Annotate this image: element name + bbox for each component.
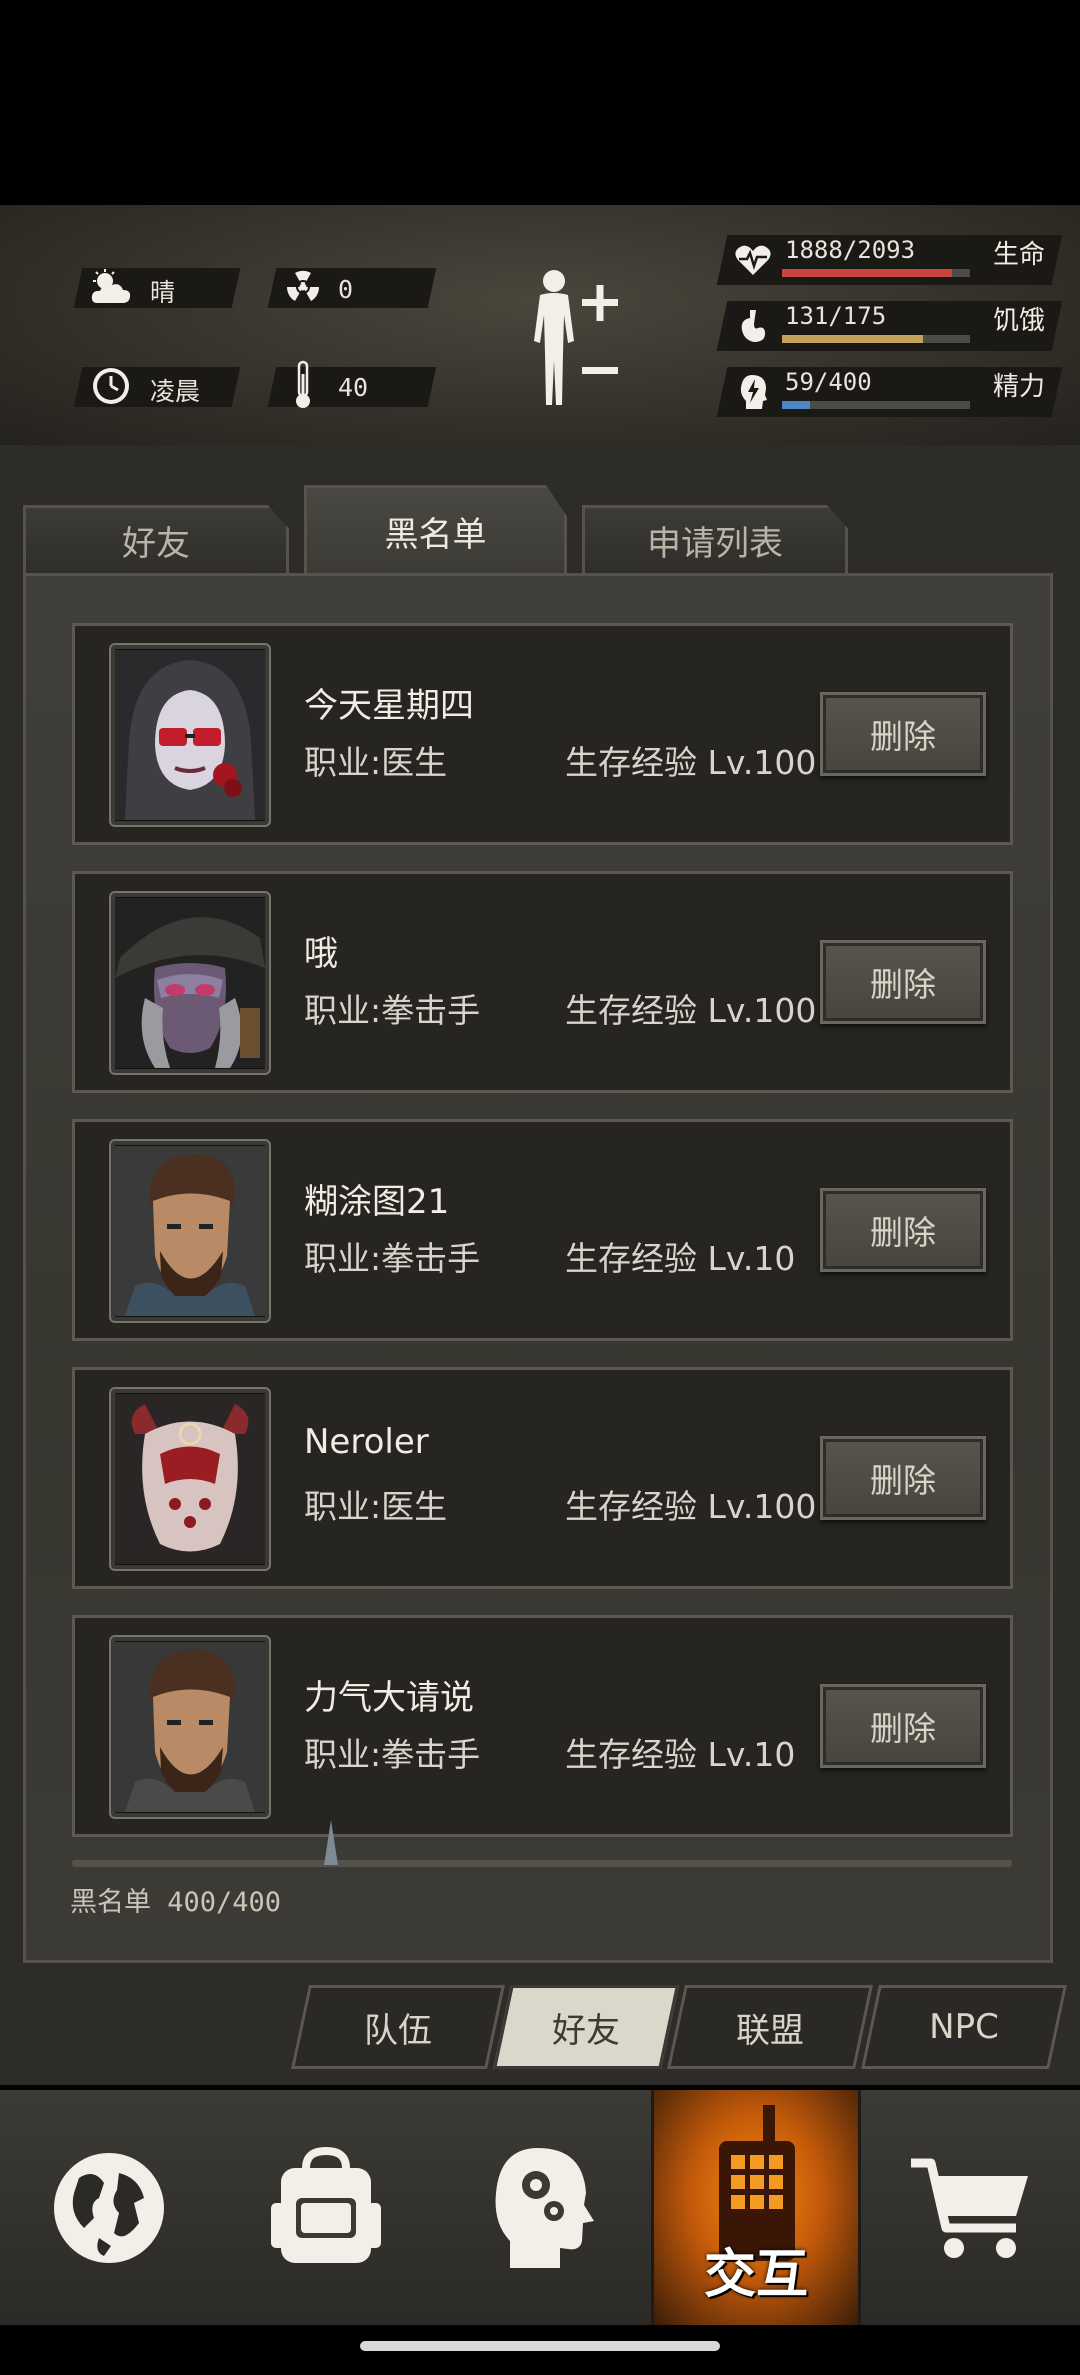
tab-blacklist[interactable]: 黑名单 <box>304 485 567 575</box>
avatar[interactable] <box>109 891 271 1075</box>
player-level: 生存经验 Lv.100 <box>565 743 817 782</box>
top-hud: 晴 0 凌晨 40 1888/2093 131/175 59/400 生命 饥饿 <box>0 205 1080 445</box>
weather-cloud-sun-icon <box>88 263 134 311</box>
temperature-value: 40 <box>338 373 369 402</box>
avatar[interactable] <box>109 1635 271 1819</box>
hunger-value: 131/175 <box>785 302 887 330</box>
nav-interaction[interactable]: 交互 <box>651 2090 861 2325</box>
stomach-icon <box>733 305 773 347</box>
player-name: Neroler <box>304 1422 429 1462</box>
status-bar <box>0 0 1080 205</box>
subtab-friends[interactable]: 好友 <box>493 1985 679 2069</box>
health-value: 1888/2093 <box>785 236 916 264</box>
energy-head-icon <box>733 371 773 413</box>
player-level: 生存经验 Lv.10 <box>565 1239 796 1278</box>
hunger-label: 饥饿 <box>993 306 1046 336</box>
masked-pirate-portrait <box>115 898 265 1068</box>
nav-skills[interactable] <box>434 2090 651 2325</box>
hooded-doctor-portrait <box>115 650 265 820</box>
delete-button[interactable]: 删除 <box>820 1684 986 1768</box>
player-level: 生存经验 Lv.100 <box>565 1487 817 1526</box>
nav-world[interactable] <box>0 2090 217 2325</box>
globe-icon <box>53 2152 164 2263</box>
nav-interaction-label: 交互 <box>703 2245 808 2305</box>
delete-button[interactable]: 删除 <box>820 1188 986 1272</box>
delete-button[interactable]: 删除 <box>820 1436 986 1520</box>
tab-requests[interactable]: 申请列表 <box>582 505 848 573</box>
creature-skull-portrait <box>115 1394 265 1564</box>
player-name: 今天星期四 <box>304 686 474 726</box>
list-item: 力气大请说 职业:拳击手 生存经验 Lv.10 删除 <box>72 1615 1013 1837</box>
avatar[interactable] <box>109 1139 271 1323</box>
radiation-icon <box>282 265 324 309</box>
subtab-npc[interactable]: NPC <box>861 1985 1067 2069</box>
list-item: 今天星期四 职业:医生 生存经验 Lv.100 删除 <box>72 623 1013 845</box>
thermometer-icon <box>290 357 316 413</box>
human-body-icon <box>534 270 618 405</box>
player-job: 职业:拳击手 <box>304 1239 481 1278</box>
list-scrollbar[interactable] <box>72 1860 1012 1867</box>
body-status-button[interactable] <box>520 263 625 413</box>
player-job: 职业:拳击手 <box>304 1735 481 1774</box>
player-job: 职业:医生 <box>304 1487 448 1526</box>
home-indicator[interactable] <box>360 2341 720 2351</box>
skills-head-icon <box>495 2147 594 2268</box>
backpack-icon <box>270 2146 381 2263</box>
health-label: 生命 <box>993 240 1046 270</box>
delete-button[interactable]: 删除 <box>820 692 986 776</box>
time-of-day-label: 凌晨 <box>150 377 201 406</box>
energy-label: 精力 <box>993 372 1046 402</box>
player-name: 糊涂图21 <box>304 1182 450 1222</box>
list-item: Neroler 职业:医生 生存经验 Lv.100 删除 <box>72 1367 1013 1589</box>
subtab-team[interactable]: 队伍 <box>291 1985 505 2069</box>
avatar[interactable] <box>109 1387 271 1571</box>
scroll-handle-icon[interactable] <box>322 1820 340 1870</box>
bottom-navigation: 交互 <box>0 2090 1080 2325</box>
bearded-man-portrait <box>115 1642 265 1812</box>
clock-icon <box>88 362 134 410</box>
bearded-man-portrait <box>115 1146 265 1316</box>
tab-friends[interactable]: 好友 <box>23 505 289 573</box>
nav-shop[interactable] <box>861 2090 1080 2325</box>
radiation-value: 0 <box>338 275 354 304</box>
player-job: 职业:拳击手 <box>304 991 481 1030</box>
weather-label: 晴 <box>150 278 176 307</box>
list-item: 哦 职业:拳击手 生存经验 Lv.100 删除 <box>72 871 1013 1093</box>
player-name: 力气大请说 <box>304 1678 474 1718</box>
delete-button[interactable]: 删除 <box>820 940 986 1024</box>
health-bar <box>782 269 970 277</box>
shopping-cart-icon <box>910 2158 1028 2258</box>
energy-bar <box>782 401 970 409</box>
hunger-bar <box>782 335 970 343</box>
blacklist-count: 黑名单 400/400 <box>70 1887 282 1918</box>
player-level: 生存经验 Lv.100 <box>565 991 817 1030</box>
avatar[interactable] <box>109 643 271 827</box>
player-level: 生存经验 Lv.10 <box>565 1735 796 1774</box>
subtab-alliance[interactable]: 联盟 <box>667 1985 873 2069</box>
player-job: 职业:医生 <box>304 743 448 782</box>
heart-icon <box>733 239 773 281</box>
nav-inventory[interactable] <box>217 2090 434 2325</box>
energy-value: 59/400 <box>785 368 872 396</box>
list-item: 糊涂图21 职业:拳击手 生存经验 Lv.10 删除 <box>72 1119 1013 1341</box>
player-name: 哦 <box>304 934 338 974</box>
